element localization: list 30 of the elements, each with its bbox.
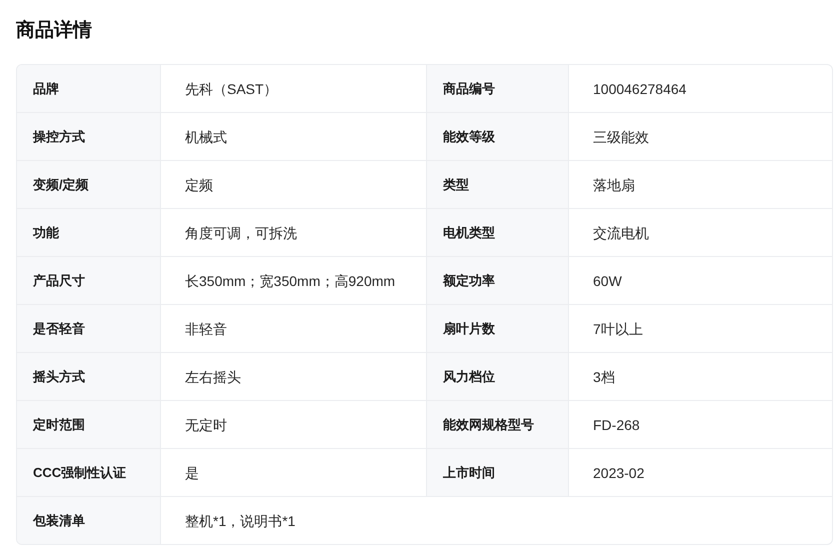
spec-value: 2023-02 bbox=[569, 449, 832, 497]
spec-label: 是否轻音 bbox=[17, 305, 161, 353]
spec-label: 能效网规格型号 bbox=[427, 401, 569, 449]
spec-label: 能效等级 bbox=[427, 113, 569, 161]
spec-value: FD-268 bbox=[569, 401, 832, 449]
spec-label: 定时范围 bbox=[17, 401, 161, 449]
spec-label: 产品尺寸 bbox=[17, 257, 161, 305]
spec-value: 7叶以上 bbox=[569, 305, 832, 353]
spec-value: 落地扇 bbox=[569, 161, 832, 209]
spec-value: 三级能效 bbox=[569, 113, 832, 161]
spec-label: 风力档位 bbox=[427, 353, 569, 401]
spec-value: 100046278464 bbox=[569, 65, 832, 113]
spec-label: CCC强制性认证 bbox=[17, 449, 161, 497]
spec-value: 整机*1，说明书*1 bbox=[184, 512, 296, 530]
spec-label: 额定功率 bbox=[427, 257, 569, 305]
spec-label: 包装清单 bbox=[17, 497, 161, 544]
spec-label: 类型 bbox=[427, 161, 569, 209]
spec-value: 60W bbox=[569, 257, 832, 305]
spec-label: 品牌 bbox=[17, 65, 161, 113]
spec-value: 交流电机 bbox=[569, 209, 832, 257]
spec-label: 操控方式 bbox=[17, 113, 161, 161]
spec-value: 3档 bbox=[569, 353, 832, 401]
spec-label: 商品编号 bbox=[427, 65, 569, 113]
spec-label: 功能 bbox=[17, 209, 161, 257]
spec-label: 摇头方式 bbox=[17, 353, 161, 401]
spec-label: 扇叶片数 bbox=[427, 305, 569, 353]
spec-label: 上市时间 bbox=[427, 449, 569, 497]
spec-label: 变频/定频 bbox=[17, 161, 161, 209]
spec-label: 电机类型 bbox=[427, 209, 569, 257]
section-title: 商品详情 bbox=[16, 18, 93, 43]
